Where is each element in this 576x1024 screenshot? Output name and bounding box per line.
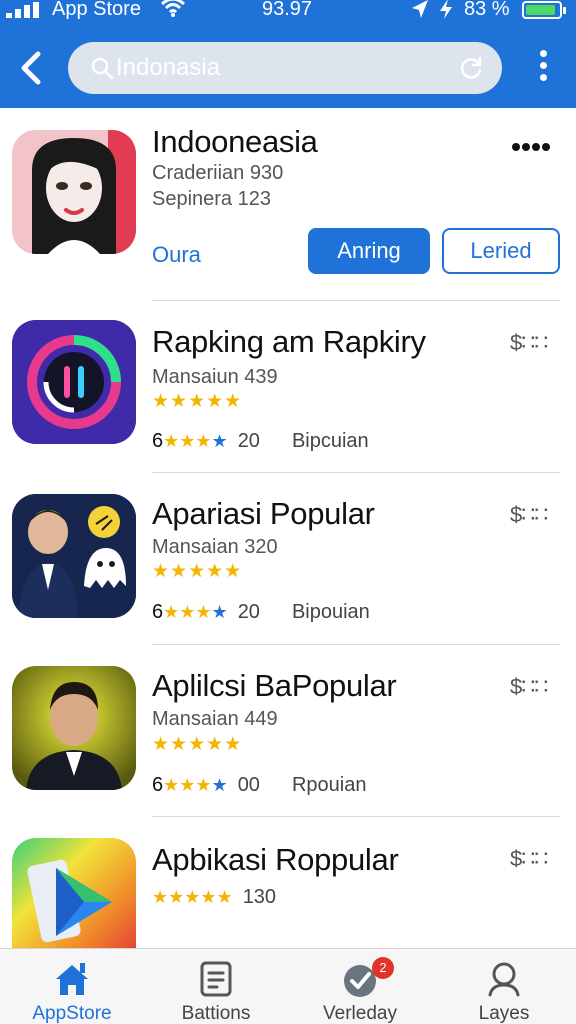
app-subtitle: Craderiian 930: [152, 162, 284, 184]
divider: [152, 472, 560, 473]
more-options-button[interactable]: [530, 50, 556, 86]
more-horizontal-icon[interactable]: [512, 138, 552, 152]
back-button[interactable]: [14, 48, 50, 88]
avatar-illustration: [12, 130, 136, 254]
meta-lead: 6: [152, 774, 164, 796]
rating-count: 130: [242, 886, 277, 908]
home-icon: [56, 963, 88, 995]
app-subtitle: Mansaiun 439: [152, 366, 278, 388]
price-icon[interactable]: $∷∷: [510, 674, 548, 700]
rating-stars: ★★★★★: [152, 734, 243, 755]
dot: [539, 74, 547, 81]
status-bar: App Store 93.97 83 %: [0, 0, 576, 24]
battery-icon: [522, 1, 566, 19]
location-icon: [412, 0, 428, 18]
tab-label: Verleday: [323, 1003, 397, 1024]
meta-stars: ★★★: [163, 775, 212, 795]
price-icon[interactable]: $∷∷: [510, 502, 548, 528]
app-subtitle: Mansaian 449: [152, 708, 278, 730]
carrier-label: App Store: [52, 0, 141, 20]
play-store-icon: [12, 838, 136, 948]
tab-verleday[interactable]: 2 Verleday: [288, 949, 432, 1024]
document-icon: [200, 961, 232, 997]
app-icon[interactable]: [12, 838, 136, 948]
app-title[interactable]: Indooneasia: [152, 124, 318, 160]
price-icon[interactable]: $∷∷: [510, 846, 548, 872]
primary-action-button[interactable]: Anring: [308, 228, 430, 274]
app-category: Bipouian: [291, 601, 370, 623]
app-link[interactable]: Oura: [152, 242, 201, 268]
audio-app-icon: [12, 320, 136, 444]
person-portrait-icon: [12, 666, 136, 790]
dot: [539, 62, 547, 69]
app-meta: 6★★★★ 00 Rpouian: [152, 774, 366, 797]
search-bar[interactable]: [68, 42, 502, 94]
rating-count: 20: [237, 601, 260, 623]
tab-label: Battions: [181, 1003, 251, 1024]
bottom-tab-bar: AppStore Battions 2 Verleday Layes: [0, 948, 576, 1024]
app-title[interactable]: Apariasi Popular: [152, 496, 375, 532]
app-subtitle: Mansaian 320: [152, 536, 278, 558]
rating-stars: ★★★★★: [152, 887, 233, 907]
divider: [152, 644, 560, 645]
clock: 93.97: [262, 0, 313, 20]
price-icon[interactable]: $∷∷: [510, 330, 548, 356]
meta-lead: 6: [152, 430, 164, 452]
top-bar: App Store 93.97 83 %: [0, 0, 576, 108]
rating-count: 20: [237, 430, 260, 452]
tab-appstore[interactable]: AppStore: [0, 949, 144, 1024]
battery-percent: 83 %: [464, 0, 510, 20]
rating-count: 00: [237, 774, 260, 796]
rating-stars: ★★★★★: [152, 561, 243, 582]
app-meta: ★★★★★ 130: [152, 886, 276, 909]
meta-star-blue: ★: [211, 431, 228, 451]
app-subtitle-2: Sepinera 123: [152, 188, 271, 210]
search-input[interactable]: [116, 50, 436, 86]
notification-badge: 2: [372, 957, 394, 979]
rating-stars: ★★★★★: [152, 391, 243, 412]
charging-icon: [440, 0, 452, 19]
app-title[interactable]: Apbikasi Roppular: [152, 842, 399, 878]
signal-icon: [6, 2, 39, 18]
app-category: Bipcuian: [291, 430, 369, 452]
battery-level: [526, 5, 555, 15]
meta-star-blue: ★: [211, 602, 228, 622]
search-icon: [91, 57, 114, 80]
app-icon[interactable]: [12, 320, 136, 444]
app-icon[interactable]: [12, 666, 136, 790]
app-title[interactable]: Aplilcsi BaPopular: [152, 668, 397, 704]
app-icon[interactable]: [12, 494, 136, 618]
secondary-action-button[interactable]: Leried: [442, 228, 560, 274]
meta-stars: ★★★: [163, 431, 212, 451]
app-meta: 6★★★★ 20 Bipcuian: [152, 430, 369, 453]
app-meta: 6★★★★ 20 Bipouian: [152, 601, 370, 624]
tab-layes[interactable]: Layes: [432, 949, 576, 1024]
meta-lead: 6: [152, 601, 164, 623]
app-title[interactable]: Rapking am Rapkiry: [152, 324, 426, 360]
meta-stars: ★★★: [163, 602, 212, 622]
person-ghost-icon: [12, 494, 136, 618]
tab-label: Layes: [478, 1003, 530, 1024]
refresh-icon[interactable]: [458, 55, 484, 81]
meta-star-blue: ★: [211, 775, 228, 795]
wifi-icon: [160, 0, 186, 17]
featured-app-icon[interactable]: [12, 130, 136, 254]
dot: [539, 50, 547, 57]
search-icon: [488, 962, 520, 997]
tab-battions[interactable]: Battions: [144, 949, 288, 1024]
tab-label: AppStore: [32, 1003, 112, 1024]
divider: [152, 300, 560, 301]
app-category: Rpouian: [291, 774, 367, 796]
divider: [152, 816, 560, 817]
